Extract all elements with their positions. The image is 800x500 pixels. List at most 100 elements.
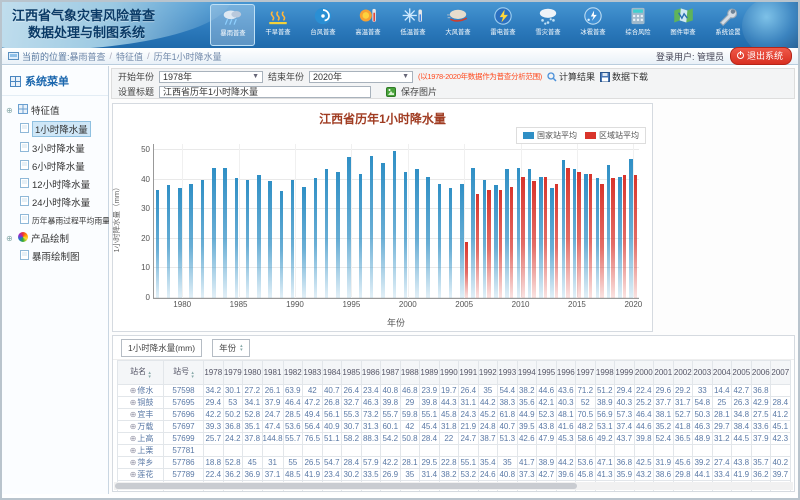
year-filter-dropdown[interactable]: 年份 ▴▾	[212, 339, 250, 357]
row-expand-icon[interactable]: ⊕	[130, 386, 137, 395]
value-cell: 35.4	[478, 457, 498, 469]
nav-item-calculator[interactable]: 综合风险	[615, 4, 660, 46]
value-cell: 21.9	[459, 421, 479, 433]
tree-item-7[interactable]: ⊕产品绘制	[4, 229, 106, 247]
hscroll-thumb[interactable]	[115, 483, 577, 489]
row-expand-icon[interactable]: ⊕	[130, 434, 137, 443]
value-cell: 48.9	[693, 433, 713, 445]
value-cell: 41.2	[771, 409, 791, 421]
value-cell	[556, 445, 576, 457]
nav-item-map[interactable]: 图件审查	[660, 4, 705, 46]
unit-button[interactable]: 1小时降水量(mm)	[121, 339, 202, 357]
value-cell: 29.4	[615, 385, 635, 397]
col-header-year: 2005	[732, 361, 752, 385]
table-row: ⊕万载5769739.336.835.147.453.656.440.930.7…	[118, 421, 791, 433]
value-cell: 42.9	[751, 397, 771, 409]
app-title-line2: 数据处理与制图系统	[12, 24, 155, 41]
nav-item-typhoon[interactable]: 台风普查	[300, 4, 345, 46]
station-name-cell: ⊕上高	[118, 433, 164, 445]
calculator-icon	[626, 6, 650, 26]
save-image-button[interactable]: 保存图片	[401, 85, 437, 98]
station-id-cell: 57789	[164, 469, 204, 481]
tree-item-5[interactable]: 24小时降水量	[4, 193, 106, 211]
col-header-year: 1983	[303, 361, 323, 385]
value-cell: 22	[439, 433, 459, 445]
row-expand-icon[interactable]: ⊕	[130, 446, 137, 455]
nav-item-settings[interactable]: 系统设置	[705, 4, 750, 46]
nav-item-wind[interactable]: 大风普查	[435, 4, 480, 46]
value-cell	[654, 445, 674, 457]
value-cell: 37.1	[262, 469, 283, 481]
row-expand-icon[interactable]: ⊕	[130, 398, 137, 407]
col-header-name[interactable]: 站名 ▴▾	[118, 361, 164, 385]
value-cell	[381, 445, 401, 457]
value-cell: 24.3	[459, 409, 479, 421]
nav-item-lightning[interactable]: 雷电普查	[480, 4, 525, 46]
tree-item-1[interactable]: 1小时降水量	[4, 119, 106, 139]
start-year-select[interactable]: 1978年 ▼	[159, 71, 263, 83]
value-cell: 45.8	[576, 469, 596, 481]
value-cell: 42	[400, 421, 420, 433]
tree-item-2[interactable]: 3小时降水量	[4, 139, 106, 157]
value-cell: 25	[712, 397, 732, 409]
value-cell: 56.4	[303, 421, 323, 433]
table-row: ⊕上栗57781	[118, 445, 791, 457]
breadcrumb-item[interactable]: 特征值	[116, 50, 143, 63]
expand-toggle-icon[interactable]: ⊕	[6, 234, 15, 243]
bar-regional-2016	[589, 174, 593, 298]
nav-item-heat[interactable]: 高温普查	[345, 4, 390, 46]
col-header-year: 1991	[459, 361, 479, 385]
breadcrumb-item[interactable]: 暴雨普查	[70, 50, 106, 63]
tree-item-8[interactable]: 暴雨绘制图	[4, 247, 106, 265]
x-gridline	[239, 144, 240, 298]
nav-item-label: 干旱普查	[265, 28, 290, 37]
bar-regional-2010	[521, 177, 525, 298]
value-cell: 29	[400, 397, 420, 409]
chart-title-input[interactable]	[159, 86, 371, 98]
nav-item-drought[interactable]: 干旱普查	[255, 4, 300, 46]
value-cell: 35.9	[615, 469, 635, 481]
filter-panel: 开始年份 1978年 ▼ 结束年份 2020年 ▼ (以1978-2020年数据…	[111, 68, 795, 99]
value-cell: 28.4	[420, 433, 440, 445]
station-id-cell: 57697	[164, 421, 204, 433]
bar-regional-2015	[577, 172, 581, 298]
station-name-cell: ⊕萍乡	[118, 457, 164, 469]
calculate-button[interactable]: 计算结果	[547, 70, 595, 83]
col-header-id[interactable]: 站号 ▴▾	[164, 361, 204, 385]
tree-item-6[interactable]: 历年暴雨过程平均雨量	[4, 211, 106, 229]
download-button[interactable]: 数据下载	[600, 70, 648, 83]
value-cell: 24.7	[262, 409, 283, 421]
tree-item-3[interactable]: 6小时降水量	[4, 157, 106, 175]
col-header-year: 1999	[615, 361, 635, 385]
col-header-year: 2002	[673, 361, 693, 385]
value-cell: 37.9	[751, 433, 771, 445]
bar-regional-2020	[634, 175, 638, 298]
row-expand-icon[interactable]: ⊕	[130, 470, 137, 479]
value-cell: 23.4	[322, 469, 342, 481]
value-cell: 38.4	[732, 421, 752, 433]
end-year-select[interactable]: 2020年 ▼	[309, 71, 413, 83]
nav-item-cold[interactable]: 低温普查	[390, 4, 435, 46]
breadcrumb-separator: /	[110, 51, 113, 61]
value-cell: 53.2	[459, 469, 479, 481]
nav-item-hail[interactable]: 冰雹普查	[570, 4, 615, 46]
value-cell: 31.7	[673, 397, 693, 409]
bar-regional-2009	[510, 187, 514, 298]
nav-item-snow[interactable]: 雪灾普查	[525, 4, 570, 46]
row-expand-icon[interactable]: ⊕	[130, 410, 137, 419]
tree-item-0[interactable]: ⊕特征值	[4, 101, 106, 119]
legend-item[interactable]: 国家站平均	[523, 130, 577, 141]
expand-toggle-icon[interactable]: ⊕	[6, 106, 15, 115]
value-cell	[262, 445, 283, 457]
legend-item[interactable]: 区域站平均	[585, 130, 639, 141]
logout-button[interactable]: 退出系统	[730, 47, 792, 65]
tree-item-4[interactable]: 12小时降水量	[4, 175, 106, 193]
nav-item-rain[interactable]: 暴雨普查	[210, 4, 255, 46]
breadcrumb-item[interactable]: 历年1小时降水量	[154, 50, 222, 63]
value-cell	[223, 445, 243, 457]
value-cell: 54.8	[693, 397, 713, 409]
bar-national-2009	[505, 169, 509, 298]
row-expand-icon[interactable]: ⊕	[130, 422, 137, 431]
value-cell: 55.7	[283, 433, 303, 445]
row-expand-icon[interactable]: ⊕	[130, 458, 137, 467]
